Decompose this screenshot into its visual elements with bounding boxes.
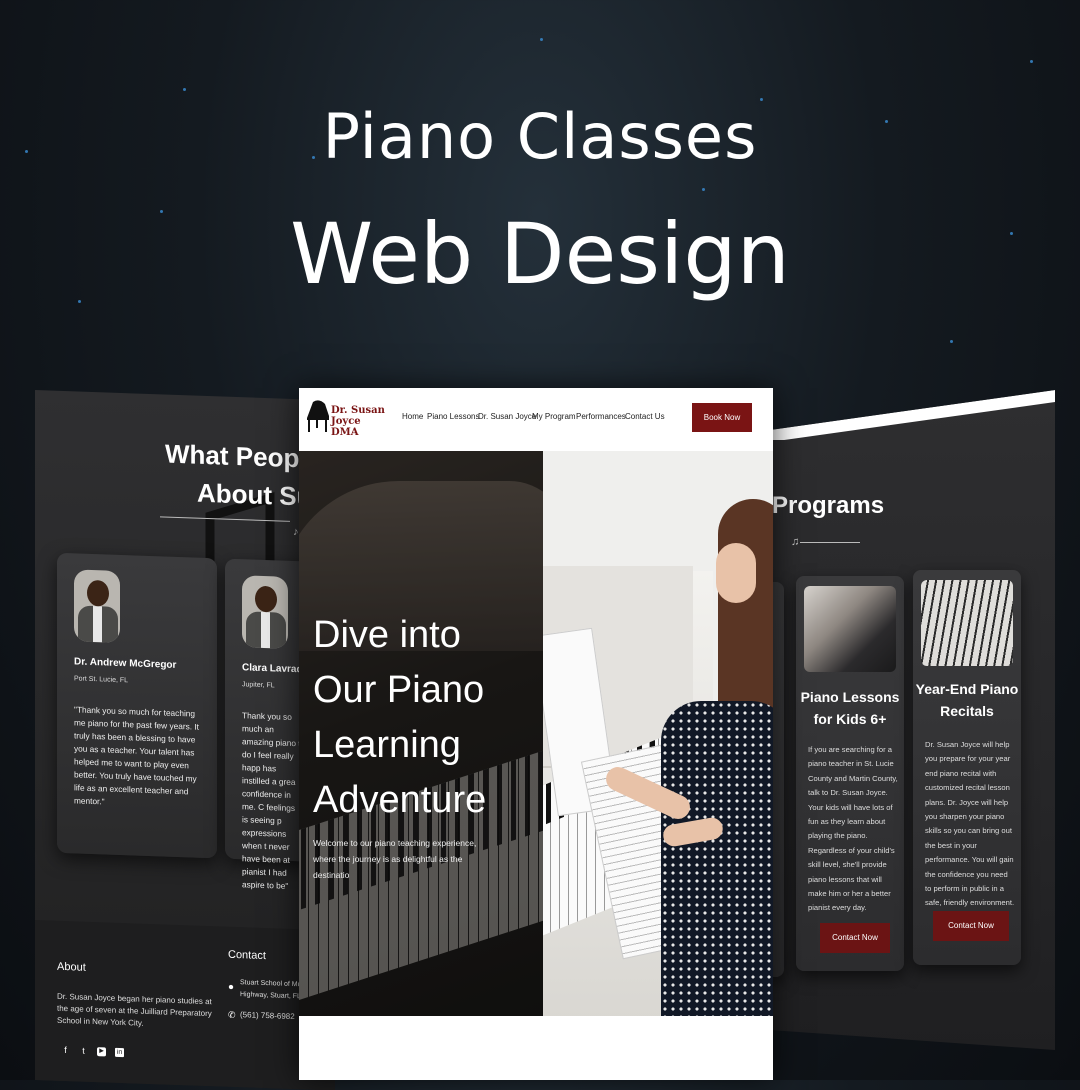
footer-about-title: About [57,960,86,974]
footer-phone: (561) 758-6982 [240,1010,295,1022]
avatar [74,569,120,643]
nav-performances[interactable]: Performances [576,412,626,421]
nav-my-program[interactable]: My Program [532,412,576,421]
page-below-hero [299,1016,773,1080]
nav-dr-susan-joyce[interactable]: Dr. Susan Joyce [478,412,536,421]
testimonial-quote: "Thank you so much for teaching me piano… [74,704,199,807]
page-top-edge [770,390,1055,440]
twitter-icon[interactable]: t [79,1046,88,1056]
contact-now-button[interactable]: Contact Now [933,911,1009,941]
section-title: Programs [772,492,885,519]
program-title: Piano Lessons for Kids 6+ [800,689,900,727]
testimonial-quote: Thank you so much an amazing piano t do … [242,710,301,891]
logo-text[interactable]: Dr. Susan Joyce DMA [331,405,401,438]
navbar: Dr. Susan Joyce DMA Home Piano Lessons D… [299,388,773,451]
program-image [921,580,1013,666]
program-image [804,586,896,672]
nav-contact-us[interactable]: Contact Us [625,412,665,421]
headline-web-design: Web Design [290,205,790,303]
program-title: Year-End Piano Recitals [915,681,1019,719]
nav-home[interactable]: Home [402,412,423,421]
hero-title: Dive into Our Piano Learning Adventure [313,614,487,821]
testimonial-location: Jupiter, FL [242,681,275,690]
facebook-icon[interactable]: f [61,1045,70,1055]
testimonials-page-mockup: What People About Sus ♪ Dr. Andrew McGre… [35,390,335,1090]
footer-about-text: Dr. Susan Joyce began her piano studies … [57,991,212,1028]
program-text: Dr. Susan Joyce will help you prepare fo… [925,740,1015,908]
testimonial-card: Dr. Andrew McGregor Port St. Lucie, FL "… [57,552,217,859]
music-note-icon: ♪ [293,526,299,539]
headline-piano-classes: Piano Classes [322,100,758,173]
contact-now-button[interactable]: Contact Now [820,923,890,953]
testimonial-name: Dr. Andrew McGregor [74,656,177,671]
avatar [242,575,288,649]
testimonial-location: Port St. Lucie, FL [74,675,129,685]
hero-left-panel: Dive into Our Piano Learning Adventure W… [299,451,543,1016]
home-page-mockup: Dr. Susan Joyce DMA Home Piano Lessons D… [299,388,773,1080]
phone-icon: ✆ [228,1009,236,1021]
nav-piano-lessons[interactable]: Piano Lessons [427,412,479,421]
location-pin-icon: ● [228,981,235,993]
program-card: Year-End Piano Recitals Dr. Susan Joyce … [913,570,1021,965]
grand-piano-logo-icon [307,400,329,432]
music-note-icon: ♫ [791,536,800,548]
footer-contact-title: Contact [228,948,266,963]
title-divider [800,542,860,543]
hero-photo-pianist [543,451,773,1016]
program-text: If you are searching for a piano teacher… [808,745,898,913]
book-now-button[interactable]: Book Now [692,403,752,432]
hero-subtitle: Welcome to our piano teaching experience… [313,838,477,880]
youtube-icon[interactable]: ▶ [97,1047,106,1057]
programs-page-mockup: Programs ♫ Piano Lessons for Kids 6+ If … [770,390,1055,1050]
program-card: Piano Lessons for Kids 6+ If you are sea… [796,576,904,971]
linkedin-icon[interactable]: in [115,1047,124,1058]
